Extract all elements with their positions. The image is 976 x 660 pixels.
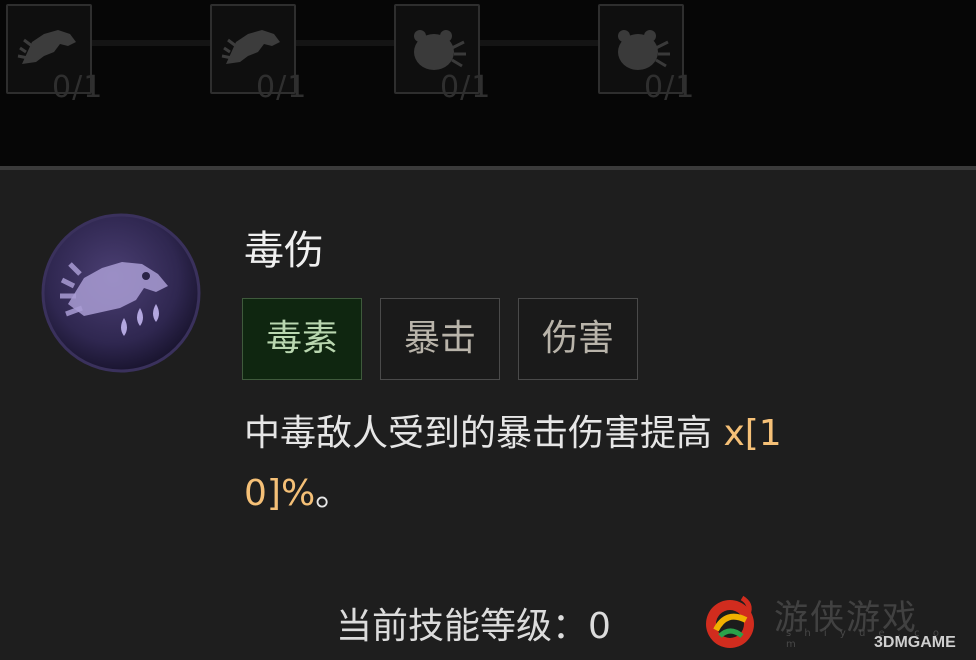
talent-node-2[interactable]: 0/1: [210, 4, 306, 105]
talent-connector: [296, 40, 396, 46]
skill-title: 毒伤: [244, 228, 324, 274]
desc-text: 中毒敌人受到的暴击伤害提高: [244, 413, 724, 454]
desc-value: 0]%: [244, 473, 316, 514]
talent-connector: [92, 40, 212, 46]
skill-level-label: 当前技能等级：: [336, 606, 589, 647]
watermark-brand: 3DMGAME: [874, 634, 956, 651]
talent-node-count: 0/1: [52, 70, 104, 105]
desc-end: 。: [315, 473, 352, 514]
skill-level-value: 0: [588, 606, 611, 647]
talent-connector: [480, 40, 600, 46]
watermark-logo-icon: [706, 595, 754, 648]
tag-poison: 毒素: [242, 298, 362, 380]
talent-node-3[interactable]: 0/1: [394, 4, 490, 105]
talent-node-count: 0/1: [644, 70, 696, 105]
talent-node-count: 0/1: [256, 70, 308, 105]
tag-damage: 伤害: [518, 298, 638, 380]
skill-level: 当前技能等级：0: [336, 597, 611, 649]
talent-node-4[interactable]: 0/1: [598, 4, 694, 105]
watermark: 游侠游戏 s h i y u e . c o m 3DMGAME: [696, 584, 966, 656]
desc-value: x[1: [723, 413, 782, 454]
talent-node-count: 0/1: [440, 70, 492, 105]
talent-node-1[interactable]: 0/1: [6, 4, 102, 105]
tag-critical: 暴击: [380, 298, 500, 380]
wolf-poison-icon: [40, 212, 202, 374]
skill-description: 中毒敌人受到的暴击伤害提高 x[1 0]%。: [244, 404, 884, 524]
